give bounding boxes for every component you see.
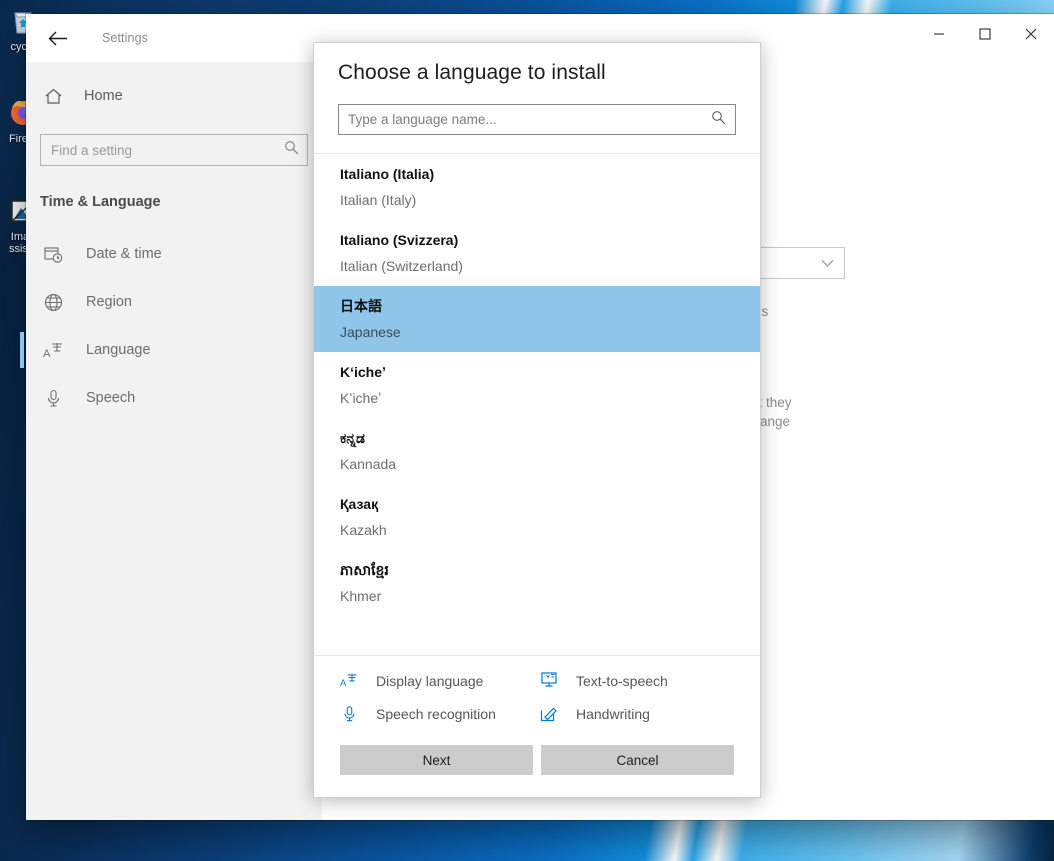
language-native-name: 日本語 (340, 298, 382, 314)
capability-text-to-speech: Text-to-speech (540, 672, 734, 689)
microphone-icon (340, 705, 358, 723)
capability-label: Handwriting (576, 706, 650, 722)
handwriting-icon (540, 706, 558, 722)
sidebar-home-label: Home (84, 88, 123, 104)
sidebar-section-title: Time & Language (40, 194, 161, 210)
language-list-item-selected[interactable]: 日本語 Japanese (314, 286, 760, 352)
sidebar-item-date-time[interactable]: Date & time (26, 230, 322, 278)
chevron-down-icon (821, 259, 834, 267)
next-button[interactable]: Next (340, 745, 533, 775)
language-english-name: Kʻicheʼ (340, 390, 382, 406)
sidebar-item-label: Language (86, 342, 151, 358)
minimize-button[interactable] (916, 14, 962, 54)
capability-label: Speech recognition (376, 706, 496, 722)
language-list-item[interactable]: Italiano (Svizzera) Italian (Switzerland… (314, 220, 760, 286)
language-list-item[interactable]: ភាសាខ្មែរ Khmer (314, 550, 760, 616)
language-english-name: Italian (Italy) (340, 192, 417, 208)
language-search[interactable] (338, 104, 736, 135)
maximize-button[interactable] (962, 14, 1008, 54)
capability-handwriting: Handwriting (540, 705, 734, 723)
language-list-item[interactable]: Italiano (Italia) Italian (Italy) (314, 154, 760, 220)
capability-label: Text-to-speech (576, 672, 668, 689)
capability-display-language: A Display language (340, 672, 534, 689)
language-list-item[interactable]: Қазақ Kazakh (314, 484, 760, 550)
language-native-name: Italiano (Svizzera) (340, 232, 459, 248)
language-english-name: Japanese (340, 324, 401, 340)
window-title: Settings (102, 31, 148, 45)
dialog-title: Choose a language to install (338, 61, 606, 84)
cancel-button[interactable]: Cancel (541, 745, 734, 775)
search-icon (284, 140, 299, 160)
language-list-item[interactable]: ಕನ್ನಡ Kannada (314, 418, 760, 484)
language-search-input[interactable] (339, 112, 735, 127)
capability-speech-recognition: Speech recognition (340, 705, 534, 723)
language-native-name: Italiano (Italia) (340, 166, 435, 182)
sidebar-item-label: Date & time (86, 246, 162, 262)
language-native-name: ភាសាខ្មែរ (340, 562, 389, 578)
language-icon: A (42, 341, 64, 360)
sidebar-item-label: Speech (86, 390, 136, 406)
text-to-speech-icon (540, 672, 558, 689)
language-capabilities: A Display language Text-to-speech Speech… (314, 656, 760, 729)
close-button[interactable] (1008, 14, 1054, 54)
sidebar-item-label: Region (86, 294, 132, 310)
window-controls (916, 14, 1054, 54)
capability-label: Display language (376, 672, 484, 689)
language-english-name: Kazakh (340, 522, 387, 538)
sidebar: Home Time & Language (20, 62, 322, 820)
language-english-name: Italian (Switzerland) (340, 258, 463, 274)
search-icon (711, 110, 726, 130)
language-list[interactable]: Italiano (Italia) Italian (Italy) Italia… (314, 153, 760, 656)
display-language-icon: A (340, 672, 358, 689)
language-english-name: Khmer (340, 588, 382, 604)
sidebar-item-home[interactable]: Home (26, 76, 322, 116)
language-native-name: Қазақ (340, 496, 379, 512)
language-english-name: Kannada (340, 456, 397, 472)
choose-language-dialog: Choose a language to install Italiano (I… (313, 42, 761, 798)
settings-search[interactable] (40, 134, 308, 166)
svg-text:A: A (340, 677, 347, 688)
home-icon (42, 87, 64, 106)
dialog-header: Choose a language to install (314, 43, 760, 153)
dialog-buttons: Next Cancel (314, 729, 760, 797)
microphone-icon (42, 389, 64, 408)
language-list-item[interactable]: Kʻicheʼ Kʻicheʼ (314, 352, 760, 418)
sidebar-item-speech[interactable]: Speech (26, 374, 322, 422)
globe-icon (42, 293, 64, 312)
calendar-clock-icon (42, 245, 64, 264)
language-native-name: ಕನ್ನಡ (340, 430, 365, 446)
back-button[interactable] (34, 22, 80, 54)
search-input[interactable] (41, 142, 307, 158)
language-native-name: Kʻicheʼ (340, 364, 386, 380)
background-dropdown[interactable] (751, 247, 845, 279)
svg-text:A: A (43, 348, 51, 360)
sidebar-item-language[interactable]: A Language (20, 326, 322, 374)
sidebar-nav-list: Date & time Region A Language Speech (20, 230, 322, 422)
sidebar-item-region[interactable]: Region (26, 278, 322, 326)
